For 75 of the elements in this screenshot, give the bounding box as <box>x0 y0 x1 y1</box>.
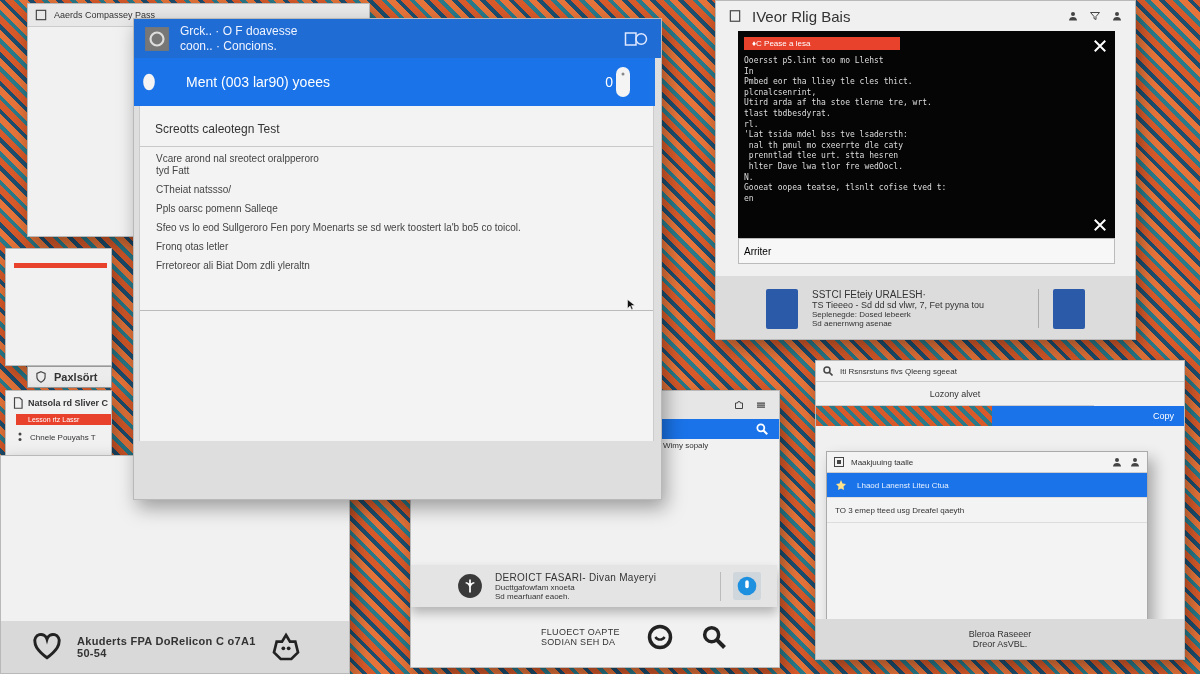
body-text: Fronq otas letler <box>156 241 230 253</box>
terminal-text: Pmbed eor tha lliey tle cles thict. <box>744 77 914 88</box>
terminal-text: plcnalcsenrint, <box>744 87 818 98</box>
avatar <box>766 288 798 329</box>
terminal-text: Ooersst pS.lint too mo Llehst <box>744 56 885 67</box>
footer-text: Sd mearfuanf eaoeh. <box>495 591 571 601</box>
app-icon <box>144 25 170 52</box>
contact-name: SSTCI FEteiy URALESH· <box>812 289 927 300</box>
body-text: Sfeo vs lo eod Sullgeroro Fen pory Moenarts se sd werk toostert la'b bo5 co toicol. <box>156 222 522 234</box>
footer-text: Dreor AsVBL. <box>972 639 1028 649</box>
list-row[interactable]: Lhaod Lanenst Liteu Ctua <box>827 473 1147 498</box>
window-title: Aaerds Compassey Pass <box>54 10 156 20</box>
contact-detail: TS Tieeeo - Sd dd sd vlwr, 7, Fet pyyna tou <box>812 300 986 310</box>
terminal-text: en <box>744 193 755 205</box>
footer-text: Akuderts FPA DoRelicon C o7A1 <box>77 635 256 647</box>
window-icon <box>728 9 742 23</box>
input-field[interactable]: Arriter <box>738 238 1115 264</box>
footer-title: DEROICT FASARI- Divan Mayeryi <box>495 571 658 583</box>
result-text: Wimy sopaly <box>663 440 710 452</box>
contact-note: Seplenegde: Dosed lebeerk <box>812 310 912 319</box>
contact-note: Sd aenernwng asenae <box>812 319 894 328</box>
terminal-text: tlast tbdbesdyrat. <box>744 108 832 120</box>
window-title: IVeor Rlig Bais <box>752 7 852 25</box>
terminal-text: nal th pmul mo cxeerrte dle caty <box>747 140 904 151</box>
search-icon <box>822 365 834 377</box>
terminal-text: Gooeat oopea teatse, tlsnlt cofise tved t: <box>744 183 948 194</box>
footer-text: 50-54 <box>77 647 108 659</box>
close-icon[interactable] <box>1091 37 1109 55</box>
caption-text: FLUOECT OAPTE <box>541 627 620 637</box>
body-text: Ppls oarsc pomenn Salleqe <box>156 203 279 215</box>
microphone-icon[interactable] <box>733 572 761 600</box>
search-field[interactable]: Iti Rsnsrstuns flvs Qleeng sgeeat <box>816 361 1184 382</box>
window-title: Natsola rd Sliver C <box>28 398 109 408</box>
window-title: Grck.. · O F doavesse <box>180 23 299 39</box>
avatar <box>1053 288 1085 329</box>
menu-icon[interactable] <box>755 399 767 411</box>
body-text: tyd Fatt <box>156 165 191 177</box>
terminal-text: N. <box>744 172 755 183</box>
body-text: CTheiat natssso/ <box>156 184 233 196</box>
oval-icon <box>142 72 156 92</box>
person-icon[interactable] <box>1111 10 1123 22</box>
person-icon[interactable] <box>1111 456 1123 468</box>
person-icon[interactable] <box>1129 456 1141 468</box>
header-title: Ment (003 lar90) yoees <box>186 74 331 90</box>
person-icon[interactable] <box>1067 10 1079 22</box>
terminal-text: 'Lat tsida mdel bss tve lsadersth: <box>744 130 909 141</box>
footer-text: Bleroa Raseeer <box>968 629 1032 639</box>
close-icon[interactable] <box>1091 216 1109 234</box>
filter-icon[interactable] <box>1089 10 1101 22</box>
terminal-text: hlter Dave lwa tlor fre wedOocl. <box>747 161 904 173</box>
window-icon <box>833 456 845 468</box>
dialog-title: Maakjuuing taalle <box>851 457 915 467</box>
section-heading: Screotts caleotegn Test <box>140 106 653 147</box>
terminal-text: Utird arda af tha stoe tlerne tre, wrt. <box>744 98 933 109</box>
count-text: 0 <box>605 74 613 90</box>
body-text: Frretoreor ali Biat Dom zdli yleraltn <box>156 260 311 272</box>
window-title: coon.. · Concions. <box>180 38 278 54</box>
list-row[interactable]: TO 3 emep tteed usg Dreafel qaeyth <box>827 498 1147 523</box>
body-text: Vcare arond nal sreotect oralpperoro <box>156 153 320 165</box>
footer-text: Ducttgafowfam xnoeta <box>495 582 576 592</box>
search-bar[interactable] <box>661 419 779 439</box>
window-icon <box>34 8 48 22</box>
list-item[interactable]: Chnele Pouyahs T <box>30 432 96 442</box>
smiley-icon[interactable] <box>645 623 674 651</box>
mouse-icon[interactable] <box>615 66 631 98</box>
terminal-text: In <box>744 66 755 77</box>
terminal-text: rl. <box>744 119 760 130</box>
tab[interactable]: Paxlsört <box>27 366 112 388</box>
terminal-text: prenntlad tlee urt. stta hesren <box>747 151 900 162</box>
star-icon <box>835 479 847 491</box>
document-icon <box>11 396 25 410</box>
copy-button[interactable]: Copy <box>992 406 1184 426</box>
shield-icon <box>34 370 48 384</box>
alert-bar: ♦C Pease a lesa <box>744 37 900 50</box>
caption-text: SODIAN SEH DA <box>541 637 617 647</box>
